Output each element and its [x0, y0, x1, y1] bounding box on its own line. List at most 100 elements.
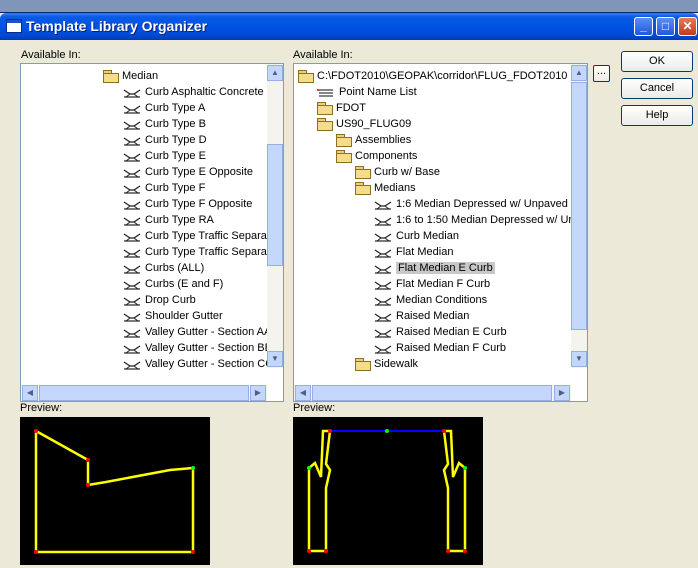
left-tree-item[interactable]: Curb Asphaltic Concrete: [123, 84, 264, 100]
browse-button[interactable]: ...: [593, 65, 610, 82]
template-icon: [123, 103, 141, 114]
right-tree-item-label: Medians: [374, 182, 416, 194]
left-tree-item-label: Curb Type D: [145, 134, 207, 146]
folder-icon: [336, 134, 352, 148]
right-tree-item[interactable]: FDOT: [317, 100, 366, 116]
right-vertical-scrollbar[interactable]: ▲ ▼: [571, 64, 587, 368]
right-tree-item-label: Point Name List: [339, 86, 417, 98]
right-preview-left-outline: [307, 429, 332, 553]
right-tree-item[interactable]: Flat Median E Curb: [374, 260, 495, 276]
left-tree-item-label: Curb Type B: [145, 118, 206, 130]
folder-icon: [355, 358, 371, 372]
right-tree-item[interactable]: Sidewalk: [355, 356, 418, 372]
right-scroll-up-arrow[interactable]: ▲: [571, 65, 587, 81]
folder-icon: [317, 102, 333, 116]
template-icon: [123, 199, 141, 210]
left-tree-item[interactable]: Curb Type RA: [123, 212, 214, 228]
left-tree-item[interactable]: Valley Gutter - Section BB: [123, 340, 272, 356]
template-icon: [374, 327, 392, 338]
left-tree-item[interactable]: Curb Type D: [123, 132, 207, 148]
folder-icon: [336, 150, 352, 164]
right-vertical-scroll-thumb[interactable]: [571, 82, 587, 330]
left-horizontal-scrollbar[interactable]: ◀ ▶: [21, 385, 267, 401]
help-button[interactable]: Help: [621, 105, 693, 126]
right-preview-vertex: [328, 429, 332, 433]
right-preview-label: Preview:: [293, 402, 336, 414]
left-tree-item[interactable]: Curb Type E Opposite: [123, 164, 253, 180]
left-template-tree[interactable]: Median Curb Asphaltic Concrete Curb Type A…: [20, 63, 284, 402]
left-scroll-up-arrow[interactable]: ▲: [267, 65, 283, 81]
left-tree-item[interactable]: Valley Gutter - Section CC: [123, 356, 273, 372]
right-preview-vertex: [307, 549, 311, 553]
left-tree-item[interactable]: Curb Type E: [123, 148, 206, 164]
right-tree-item-label: 1:6 Median Depressed w/ Unpaved: [396, 198, 568, 210]
left-tree-item[interactable]: Curb Type B: [123, 116, 206, 132]
right-tree-item[interactable]: Raised Median E Curb: [374, 324, 507, 340]
right-tree-item[interactable]: Curb Median: [374, 228, 459, 244]
right-scroll-right-arrow[interactable]: ▶: [554, 385, 570, 401]
right-horizontal-scrollbar[interactable]: ◀ ▶: [294, 385, 571, 401]
left-scroll-down-arrow[interactable]: ▼: [267, 351, 283, 367]
right-scroll-down-arrow[interactable]: ▼: [571, 351, 587, 367]
template-icon: [374, 247, 392, 258]
left-tree-item[interactable]: Curb Type A: [123, 100, 205, 116]
right-tree-item[interactable]: US90_FLUG09: [317, 116, 411, 132]
template-icon: [374, 343, 392, 354]
left-tree-item[interactable]: Curb Type Traffic Separat: [123, 228, 270, 244]
left-tree-item[interactable]: Valley Gutter - Section AA: [123, 324, 271, 340]
right-tree-item[interactable]: 1:6 Median Depressed w/ Unpaved: [374, 196, 568, 212]
template-icon: [123, 215, 141, 226]
left-tree-item[interactable]: Curb Type F: [123, 180, 205, 196]
right-scroll-left-arrow[interactable]: ◀: [295, 385, 311, 401]
right-tree-item[interactable]: Flat Median F Curb: [374, 276, 490, 292]
right-tree-item-label: C:\FDOT2010\GEOPAK\corridor\FLUG_FDOT201…: [317, 70, 568, 82]
right-preview-vertex: [442, 429, 446, 433]
left-scroll-left-arrow[interactable]: ◀: [22, 385, 38, 401]
right-tree-item[interactable]: Curb w/ Base: [355, 164, 440, 180]
right-tree-item[interactable]: Medians: [355, 180, 416, 196]
title-bar[interactable]: Template Library Organizer _ □ ✕: [0, 13, 698, 40]
left-tree-item[interactable]: Curbs (ALL): [123, 260, 204, 276]
left-tree-item-label: Curb Type E: [145, 150, 206, 162]
right-tree-item[interactable]: Raised Median: [374, 308, 469, 324]
right-tree-item-label: Curb Median: [396, 230, 459, 242]
left-tree-item[interactable]: Curb Type F Opposite: [123, 196, 252, 212]
left-tree-item-label: Curb Type F: [145, 182, 206, 194]
minimize-button[interactable]: _: [634, 17, 653, 36]
right-horizontal-scroll-thumb[interactable]: [312, 385, 552, 401]
left-tree-item-label: Shoulder Gutter: [145, 310, 223, 322]
right-template-tree[interactable]: C:\FDOT2010\GEOPAK\corridor\FLUG_FDOT201…: [293, 63, 588, 402]
left-vertical-scrollbar[interactable]: ▲ ▼: [267, 64, 283, 368]
left-tree-item[interactable]: Shoulder Gutter: [123, 308, 223, 324]
left-vertical-scroll-thumb[interactable]: [267, 144, 283, 266]
right-tree-item[interactable]: C:\FDOT2010\GEOPAK\corridor\FLUG_FDOT201…: [298, 68, 567, 84]
maximize-button[interactable]: □: [656, 17, 675, 36]
right-tree-item[interactable]: Point Name List: [317, 84, 417, 100]
template-icon: [123, 167, 141, 178]
left-tree-item[interactable]: Median: [103, 68, 158, 84]
close-button[interactable]: ✕: [678, 17, 697, 36]
ok-button[interactable]: OK: [621, 51, 693, 72]
template-icon: [123, 263, 141, 274]
right-tree-item[interactable]: Median Conditions: [374, 292, 487, 308]
left-horizontal-scroll-thumb[interactable]: [39, 385, 249, 401]
left-tree-item[interactable]: Drop Curb: [123, 292, 196, 308]
left-preview-vertex: [86, 458, 90, 462]
right-tree-item[interactable]: Assemblies: [336, 132, 411, 148]
right-tree-item[interactable]: Raised Median F Curb: [374, 340, 506, 356]
left-scroll-right-arrow[interactable]: ▶: [250, 385, 266, 401]
left-tree-item[interactable]: Curb Type Traffic Separat: [123, 244, 270, 260]
template-icon: [374, 311, 392, 322]
left-preview-vertex: [34, 550, 38, 554]
right-tree-item[interactable]: Flat Median: [374, 244, 453, 260]
left-preview-label: Preview:: [20, 402, 63, 414]
cancel-button[interactable]: Cancel: [621, 78, 693, 99]
left-available-in-label: Available In:: [21, 49, 81, 61]
template-icon: [123, 327, 141, 338]
right-tree-item-label: Assemblies: [355, 134, 412, 146]
left-tree-item[interactable]: Curbs (E and F): [123, 276, 223, 292]
right-tree-item[interactable]: 1:6 to 1:50 Median Depressed w/ Ur: [374, 212, 572, 228]
right-tree-item[interactable]: Components: [336, 148, 417, 164]
right-tree-item-label: Raised Median E Curb: [396, 326, 507, 338]
right-tree-item-label: Raised Median: [396, 310, 470, 322]
